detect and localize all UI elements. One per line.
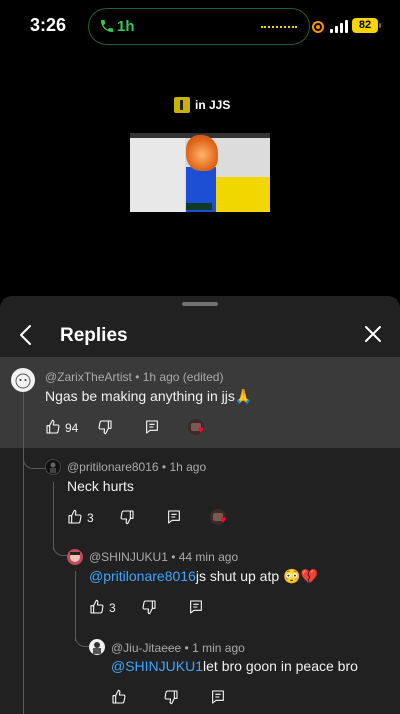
game-character-hair [186, 135, 218, 171]
comment-time: 1h ago (edited) [142, 370, 224, 384]
creator-heart[interactable]: ♥ [210, 507, 234, 529]
reply-icon [190, 600, 202, 614]
battery-icon: 82 [352, 18, 378, 33]
comment-actions: 3 ♥ [67, 507, 267, 529]
status-time: 3:26 [30, 15, 67, 35]
thread-connector [75, 632, 89, 647]
back-icon[interactable] [18, 324, 34, 346]
comment-author[interactable]: @ZarixTheArtist [45, 370, 132, 384]
avatar[interactable] [45, 459, 61, 475]
like-icon [112, 689, 126, 704]
dynamic-island[interactable]: 1h [88, 8, 310, 45]
like-icon [46, 419, 60, 434]
comment-body: js shut up atp 😳💔 [195, 568, 318, 584]
comment-text: @pritilonare8016js shut up atp 😳💔 [89, 568, 318, 585]
comment-author[interactable]: @Jiu-Jitaeee [111, 641, 181, 655]
battery-tip [379, 23, 381, 28]
comment-actions: 3 [89, 597, 229, 619]
game-hud [186, 203, 212, 210]
reply-icon [212, 690, 224, 704]
comment-time: 1h ago [169, 460, 207, 474]
comment-text: Ngas be making anything in jjs🙏 [45, 388, 253, 404]
avatar[interactable] [89, 639, 105, 655]
comment-meta: @pritilonare8016 • 1h ago [67, 460, 206, 474]
comment-time: 1 min ago [192, 641, 245, 655]
game-floor [130, 138, 185, 212]
video-player[interactable] [130, 133, 270, 212]
channel-thumbnail [174, 97, 190, 113]
video-title: in JJS [195, 98, 231, 112]
like-count: 3 [87, 511, 94, 525]
dislike-button[interactable] [141, 597, 159, 619]
comment-body: let bro goon in peace bro [203, 658, 358, 674]
like-button[interactable]: 3 [67, 507, 97, 529]
dislike-button[interactable] [119, 507, 137, 529]
meta-separator: • [167, 550, 179, 564]
thread-connector [23, 448, 45, 469]
thread-line [23, 392, 24, 714]
status-bar: 3:26 1h 82 [0, 0, 400, 56]
reply-button[interactable] [144, 417, 162, 439]
like-button[interactable] [111, 687, 129, 709]
avatar[interactable] [67, 549, 83, 565]
mention-link[interactable]: @SHINJUKU1 [111, 658, 203, 674]
avatar-figure-icon [93, 642, 101, 654]
call-duration: 1h [117, 18, 135, 35]
avatar-face-icon [70, 552, 80, 562]
like-icon [68, 509, 82, 524]
reply-icon [146, 420, 158, 434]
recording-indicator-icon [312, 21, 324, 33]
heart-icon: ♥ [220, 515, 226, 526]
dislike-button[interactable] [163, 687, 181, 709]
comment-time: 44 min ago [178, 550, 239, 564]
comment-meta: @SHINJUKU1 • 44 min ago [89, 550, 238, 564]
creator-heart[interactable]: ♥ [188, 417, 212, 439]
reply-button[interactable] [188, 597, 206, 619]
phone-icon [101, 20, 113, 32]
comment-author[interactable]: @pritilonare8016 [67, 460, 159, 474]
audio-wave-icon [261, 26, 297, 29]
avatar[interactable] [11, 368, 35, 392]
like-button[interactable]: 3 [89, 597, 119, 619]
reply-button[interactable] [210, 687, 228, 709]
comment-author[interactable]: @SHINJUKU1 [89, 550, 168, 564]
sheet-title: Replies [60, 325, 128, 346]
comment-actions [111, 687, 241, 709]
dislike-icon [120, 510, 134, 525]
signal-icon [330, 20, 348, 33]
comment-text: @SHINJUKU1let bro goon in peace bro [111, 658, 358, 674]
comment-actions: 94 ♥ [45, 417, 245, 439]
close-icon[interactable] [364, 325, 382, 343]
thread-line [75, 571, 76, 641]
dislike-button[interactable] [97, 417, 115, 439]
thread-connector [53, 540, 67, 556]
mention-link[interactable]: @pritilonare8016 [89, 568, 196, 584]
sheet-grabber[interactable] [182, 302, 218, 306]
meta-separator: • [131, 370, 143, 384]
meta-separator: • [181, 641, 193, 655]
heart-icon: ♥ [198, 425, 204, 436]
comment-meta: @Jiu-Jitaeee • 1 min ago [111, 641, 245, 655]
avatar-figure-icon [50, 462, 56, 473]
like-count: 3 [109, 601, 116, 615]
like-icon [90, 599, 104, 614]
reply-button[interactable] [166, 507, 184, 529]
like-count: 94 [65, 421, 79, 435]
like-button[interactable]: 94 [45, 417, 85, 439]
dislike-icon [164, 690, 178, 705]
avatar-face-icon [15, 373, 31, 389]
comment-text: Neck hurts [67, 478, 134, 494]
replies-sheet: Replies @ZarixTheArtist • 1h ago (edited… [0, 296, 400, 714]
game-character-body [214, 177, 270, 212]
meta-separator: • [158, 460, 170, 474]
comment-meta: @ZarixTheArtist • 1h ago (edited) [45, 370, 223, 384]
reply-icon [168, 510, 180, 524]
dislike-icon [98, 420, 112, 435]
dislike-icon [142, 600, 156, 615]
